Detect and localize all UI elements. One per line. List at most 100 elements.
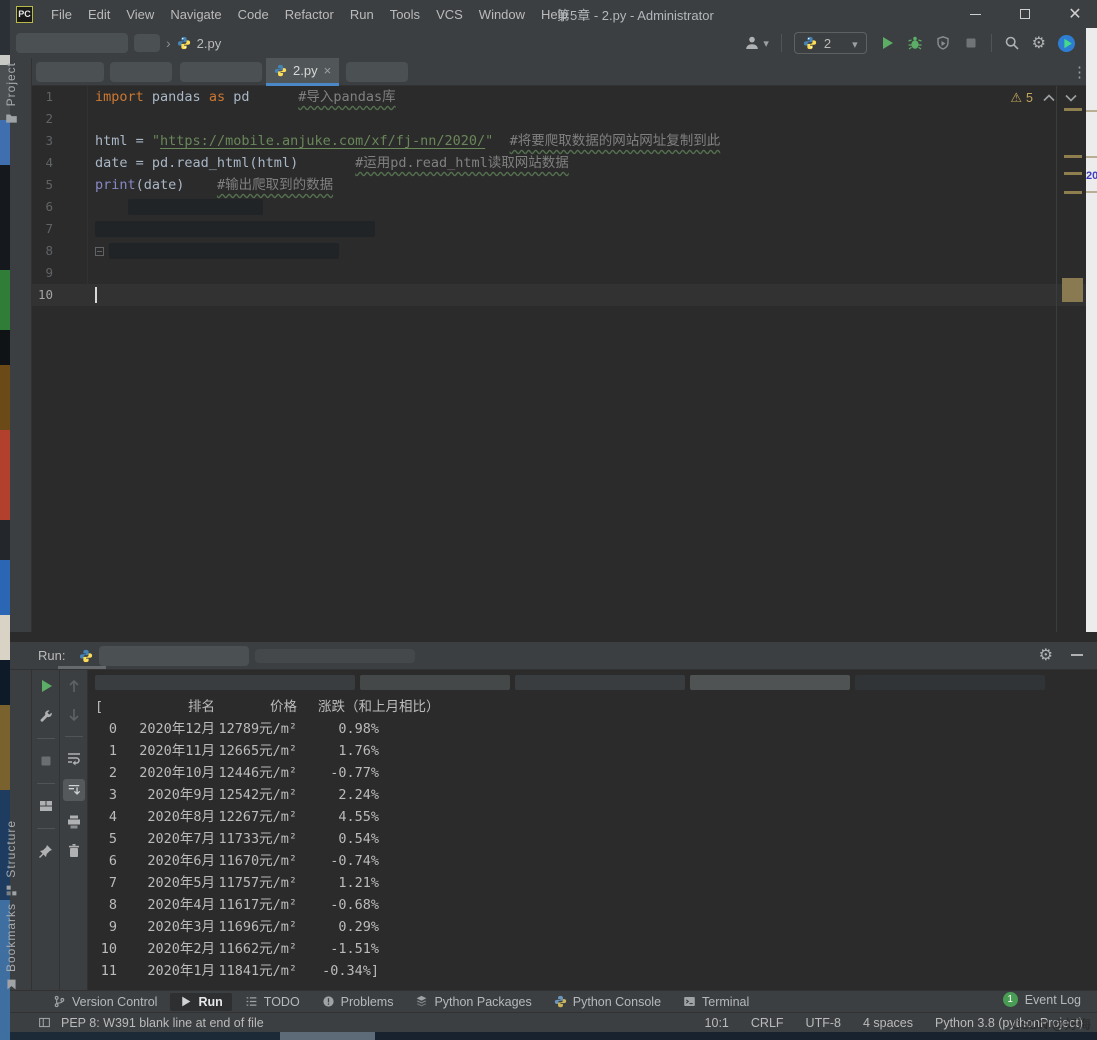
menu-item[interactable]: Run <box>342 3 382 26</box>
code-line[interactable]: 10 <box>32 284 1086 306</box>
warning-icon <box>1010 90 1022 106</box>
status-message[interactable]: PEP 8: W391 blank line at end of file <box>61 1016 264 1030</box>
menu-item[interactable]: View <box>118 3 162 26</box>
editor-console-splitter[interactable] <box>10 632 1097 642</box>
toolwindow-python-packages[interactable]: Python Packages <box>406 993 540 1011</box>
code-line[interactable]: 5print(date) #输出爬取到的数据 <box>32 174 1086 196</box>
menu-item[interactable]: Window <box>471 3 533 26</box>
inspection-widget[interactable]: 5 <box>1010 90 1077 106</box>
down-stacktrace-icon[interactable] <box>66 707 82 723</box>
structure-icon <box>5 884 18 897</box>
code-line[interactable]: 4date = pd.read_html(html) #运用pd.read_ht… <box>32 152 1086 174</box>
line-number[interactable]: 6 <box>32 196 88 218</box>
code-segment: " <box>485 130 493 152</box>
close-button[interactable]: ✕ <box>1065 4 1085 24</box>
sidebar-item-project[interactable]: Project <box>0 62 22 125</box>
code-line[interactable]: 9 <box>32 262 1086 284</box>
censored-run-tab-name <box>99 646 249 666</box>
line-number[interactable]: 3 <box>32 130 88 152</box>
line-number[interactable]: 1 <box>32 86 88 108</box>
plugin-sphere-button[interactable] <box>1058 35 1075 52</box>
toolbar-separator <box>37 828 55 829</box>
toolwindow-terminal[interactable]: Terminal <box>674 993 758 1011</box>
code-segment: " <box>152 130 160 152</box>
toolwindow-todo[interactable]: TODO <box>236 993 309 1011</box>
line-number[interactable]: 2 <box>32 108 88 130</box>
status-widget[interactable]: 4 spaces <box>863 1016 913 1030</box>
run-button[interactable] <box>879 35 895 51</box>
code-line[interactable]: 2 <box>32 108 1086 130</box>
more-options-icon[interactable] <box>1072 63 1087 82</box>
menu-item[interactable]: Navigate <box>162 3 229 26</box>
run-configuration-select[interactable]: 2 <box>794 32 867 54</box>
toolwindow-run[interactable]: Run <box>170 993 231 1011</box>
sidebar-item-structure[interactable]: Structure <box>0 820 22 897</box>
menu-item[interactable]: File <box>43 3 80 26</box>
menu-item[interactable]: Code <box>230 3 277 26</box>
console-settings-icon[interactable] <box>1039 645 1053 665</box>
edit-configuration-icon[interactable] <box>38 708 54 724</box>
stop-console-button[interactable] <box>38 753 54 769</box>
rerun-button[interactable] <box>38 678 54 694</box>
soft-wrap-icon[interactable] <box>66 750 82 766</box>
line-number[interactable]: 7 <box>32 218 88 240</box>
line-number[interactable]: 9 <box>32 262 88 284</box>
menu-item[interactable]: VCS <box>428 3 471 26</box>
menu-item[interactable]: Tools <box>382 3 428 26</box>
warning-stripe-mark <box>1064 108 1082 111</box>
coverage-button[interactable] <box>935 35 951 51</box>
censored-tab <box>346 62 408 82</box>
prev-warning-icon[interactable] <box>1043 94 1055 102</box>
play-icon <box>179 995 192 1008</box>
line-number[interactable]: 10 <box>32 284 88 306</box>
maximize-button[interactable] <box>1015 4 1035 24</box>
row-change: 1.76% <box>297 740 379 762</box>
restore-layout-icon[interactable] <box>38 798 54 814</box>
code-line[interactable]: 6 <box>32 196 1086 218</box>
hide-panel-icon[interactable] <box>1071 654 1083 656</box>
status-widget[interactable]: UTF-8 <box>806 1016 841 1030</box>
status-widget[interactable]: 10:1 <box>705 1016 729 1030</box>
scroll-to-end-button[interactable] <box>63 779 85 801</box>
next-warning-icon[interactable] <box>1065 94 1077 102</box>
status-widget[interactable]: CRLF <box>751 1016 784 1030</box>
code-line[interactable]: 7 <box>32 218 1086 240</box>
stop-button[interactable] <box>963 35 979 51</box>
code-line[interactable]: 3html = "https://mobile.anjuke.com/xf/fj… <box>32 130 1086 152</box>
sidebar-item-bookmarks[interactable]: Bookmarks <box>0 903 22 991</box>
tab-2py[interactable]: 2.py <box>266 58 339 86</box>
toolwindow-problems[interactable]: Problems <box>313 993 403 1011</box>
toolwindow-event-log[interactable]: 1 Event Log <box>1003 992 1081 1007</box>
line-number[interactable]: 8 <box>32 240 88 262</box>
debug-button[interactable] <box>907 35 923 51</box>
user-menu-button[interactable] <box>744 34 769 52</box>
print-icon[interactable] <box>66 814 82 830</box>
toolwindow-version-control[interactable]: Version Control <box>44 993 166 1011</box>
row-index: 11 <box>95 960 117 982</box>
breadcrumb[interactable]: 2.py <box>16 33 221 53</box>
minimize-button[interactable] <box>965 4 985 24</box>
up-stacktrace-icon[interactable] <box>66 678 82 694</box>
code-line[interactable]: 8 <box>32 240 1086 262</box>
code-editor[interactable]: 1import pandas as pd #导入pandas库23html = … <box>32 86 1086 642</box>
row-month: 2020年7月 <box>117 828 215 850</box>
reader-mode-icon[interactable] <box>38 1016 51 1029</box>
toolbar-separator <box>37 783 55 784</box>
menu-item[interactable]: Edit <box>80 3 118 26</box>
table-row: 10 2020年2月 11662元/m² -1.51% <box>95 938 379 960</box>
clear-console-icon[interactable] <box>66 843 82 859</box>
line-number[interactable]: 4 <box>32 152 88 174</box>
search-everywhere-button[interactable] <box>1004 35 1020 51</box>
settings-button[interactable] <box>1032 33 1046 53</box>
censored-block <box>360 675 510 690</box>
run-console-output[interactable]: [ 排名 价格 涨跌（和上月相比） 0 2020年12月 12789元/m² 0… <box>88 670 1097 990</box>
editor-scrollbar-thumb[interactable] <box>1062 278 1083 302</box>
tab-close-icon[interactable] <box>324 63 332 78</box>
breadcrumb-file[interactable]: 2.py <box>197 36 222 51</box>
menu-item[interactable]: Refactor <box>277 3 342 26</box>
toolwindow-python-console[interactable]: Python Console <box>545 993 670 1011</box>
line-number[interactable]: 5 <box>32 174 88 196</box>
pin-tab-icon[interactable] <box>38 843 54 859</box>
maximize-icon <box>1020 9 1030 19</box>
code-line[interactable]: 1import pandas as pd #导入pandas库 <box>32 86 1086 108</box>
